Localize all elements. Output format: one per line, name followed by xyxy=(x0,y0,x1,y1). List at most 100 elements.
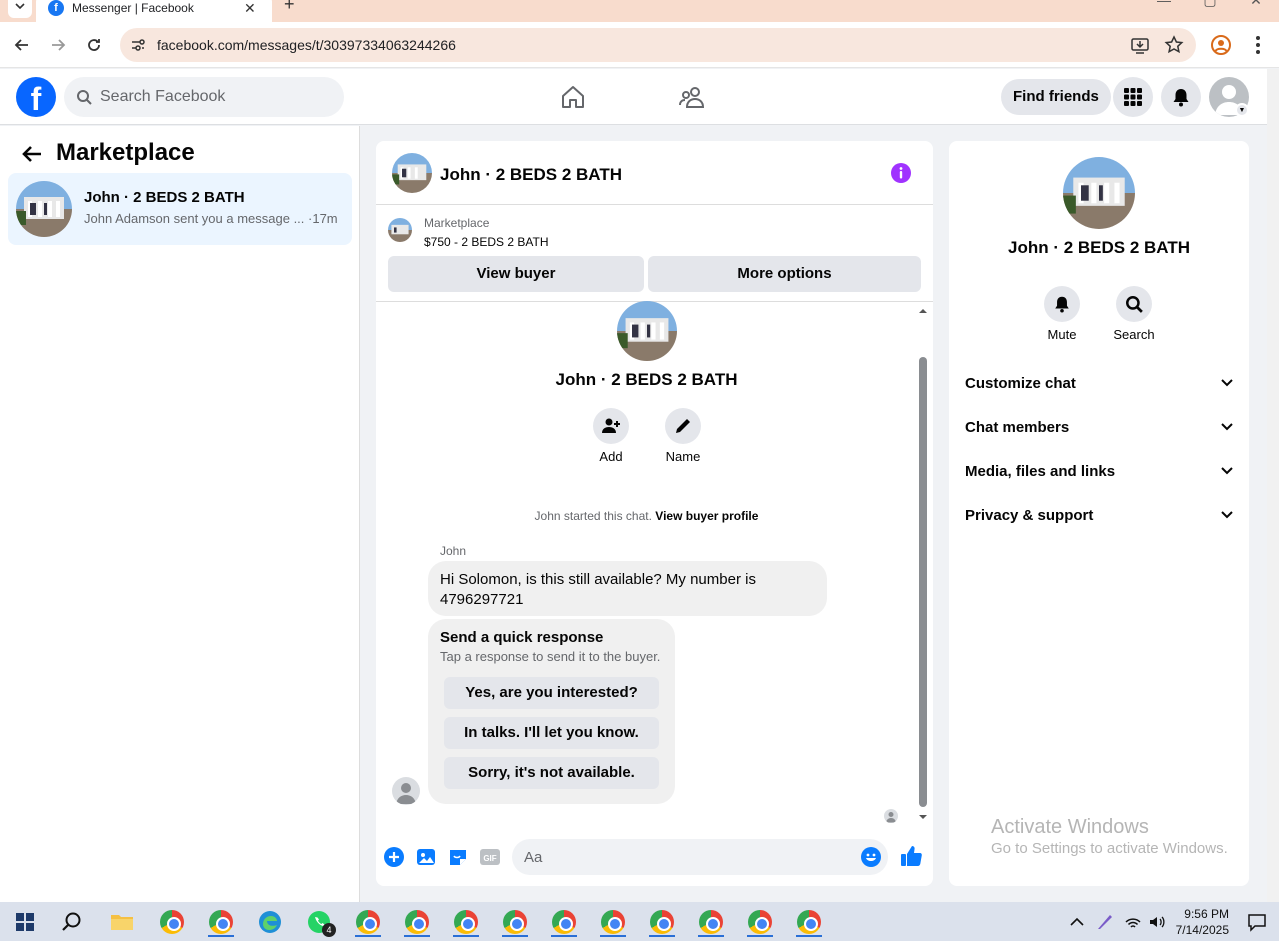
windows-taskbar: 4 9:56 PM 7/14/2025 xyxy=(0,902,1279,941)
chrome-profile-taskbar-button[interactable] xyxy=(500,907,530,937)
new-tab-button[interactable]: + xyxy=(284,0,295,15)
listing-price-title[interactable]: $750 - 2 BEDS 2 BATH xyxy=(424,235,549,249)
conversations-panel: Marketplace John · 2 BEDS 2 BATH John Ad… xyxy=(0,126,360,902)
volume-icon[interactable] xyxy=(1148,914,1166,930)
house-photo-icon xyxy=(1063,157,1135,229)
chrome-profile-taskbar-button[interactable] xyxy=(549,907,579,937)
tab-close-icon[interactable]: ✕ xyxy=(244,0,264,17)
sticker-icon[interactable] xyxy=(447,846,469,868)
privacy-support-row[interactable]: Privacy & support xyxy=(965,500,1233,530)
menu-button[interactable] xyxy=(1113,77,1153,117)
chrome-profile-taskbar-button[interactable] xyxy=(206,907,236,937)
close-window-icon[interactable]: ✕ xyxy=(1233,0,1279,9)
info-icon[interactable] xyxy=(890,162,912,184)
facebook-search[interactable] xyxy=(64,77,344,117)
chat-scrollbar[interactable] xyxy=(917,307,929,819)
find-friends-button[interactable]: Find friends xyxy=(1001,79,1111,115)
clock-time: 9:56 PM xyxy=(1184,906,1229,921)
thumbs-up-icon[interactable] xyxy=(899,844,923,868)
quick-reply-not-available-button[interactable]: Sorry, it's not available. xyxy=(444,757,659,789)
panel-title: Marketplace xyxy=(56,139,195,166)
chat-avatar[interactable] xyxy=(392,153,432,193)
browser-toolbar: facebook.com/messages/t/3039733406324426… xyxy=(0,22,1279,68)
facebook-logo-icon[interactable]: f xyxy=(16,77,56,117)
media-files-links-row[interactable]: Media, files and links xyxy=(965,456,1233,486)
chrome-profile-taskbar-button[interactable] xyxy=(647,907,677,937)
activate-windows-subtitle: Go to Settings to activate Windows. xyxy=(991,840,1228,857)
chrome-icon xyxy=(748,910,772,934)
chrome-profile-taskbar-button[interactable] xyxy=(353,907,383,937)
chrome-profile-taskbar-button[interactable] xyxy=(402,907,432,937)
edge-taskbar-button[interactable] xyxy=(255,907,285,937)
add-people-button[interactable] xyxy=(593,408,629,444)
browser-menu-icon[interactable] xyxy=(1250,34,1266,56)
chat-title[interactable]: John · 2 BEDS 2 BATH xyxy=(440,165,622,185)
house-photo-icon xyxy=(388,218,412,242)
customize-chat-row[interactable]: Customize chat xyxy=(965,368,1233,398)
house-photo-icon xyxy=(392,153,432,193)
account-chevron-icon[interactable]: ▼ xyxy=(1235,103,1249,117)
message-input[interactable] xyxy=(512,839,888,875)
chrome-icon xyxy=(601,910,625,934)
plus-circle-icon[interactable] xyxy=(383,846,405,868)
tab-search-button[interactable] xyxy=(8,0,32,18)
file-explorer-button[interactable] xyxy=(107,907,137,937)
chat-scroll-thumb[interactable] xyxy=(919,357,927,807)
view-buyer-button[interactable]: View buyer xyxy=(388,256,644,292)
name-chat-button[interactable] xyxy=(665,408,701,444)
chrome-profile-taskbar-button[interactable] xyxy=(696,907,726,937)
message-bubble[interactable]: Hi Solomon, is this still available? My … xyxy=(428,561,827,616)
system-tray: 9:56 PM 7/14/2025 xyxy=(1070,902,1279,941)
sender-avatar[interactable] xyxy=(392,777,420,805)
minimize-icon[interactable]: — xyxy=(1141,0,1187,9)
chevron-up-icon[interactable] xyxy=(1070,917,1084,927)
house-photo-icon xyxy=(16,181,72,237)
quick-reply-yes-button[interactable]: Yes, are you interested? xyxy=(444,677,659,709)
photo-icon[interactable] xyxy=(415,846,437,868)
chat-members-row[interactable]: Chat members xyxy=(965,412,1233,442)
system-clock[interactable]: 9:56 PM 7/14/2025 xyxy=(1176,906,1229,938)
notifications-button[interactable] xyxy=(1161,77,1201,117)
bookmark-star-icon[interactable] xyxy=(1164,35,1184,55)
browser-tab-messenger[interactable]: f Messenger | Facebook ✕ xyxy=(36,0,272,22)
reload-button[interactable] xyxy=(83,34,105,56)
friends-icon[interactable] xyxy=(678,83,706,111)
gif-icon[interactable]: GIF xyxy=(479,846,501,868)
pen-icon[interactable] xyxy=(1096,913,1114,931)
home-icon[interactable] xyxy=(559,83,587,111)
forward-button[interactable] xyxy=(47,34,69,56)
chrome-profile-taskbar-button[interactable] xyxy=(598,907,628,937)
address-bar[interactable]: facebook.com/messages/t/3039733406324426… xyxy=(120,28,1196,62)
chrome-profile-taskbar-button[interactable] xyxy=(794,907,824,937)
search-in-chat-button[interactable] xyxy=(1116,286,1152,322)
mute-button[interactable] xyxy=(1044,286,1080,322)
whatsapp-taskbar-button[interactable]: 4 xyxy=(304,907,336,937)
start-button[interactable] xyxy=(10,907,40,937)
chrome-taskbar-button[interactable] xyxy=(157,907,187,937)
network-icon[interactable] xyxy=(1124,914,1142,930)
chrome-profile-taskbar-button[interactable] xyxy=(451,907,481,937)
chevron-down-icon xyxy=(1221,511,1233,519)
chat-started-note: John started this chat. View buyer profi… xyxy=(376,509,917,523)
chrome-icon xyxy=(160,910,184,934)
scroll-down-icon xyxy=(919,815,927,819)
contact-profile-photo[interactable] xyxy=(1063,157,1135,229)
browser-profile-icon[interactable] xyxy=(1210,34,1232,56)
page-scrollbar[interactable] xyxy=(1267,69,1279,902)
chrome-profile-taskbar-button[interactable] xyxy=(745,907,775,937)
taskbar-search-button[interactable] xyxy=(57,907,87,937)
search-input[interactable] xyxy=(100,88,320,106)
view-buyer-profile-link[interactable]: View buyer profile xyxy=(655,509,758,523)
install-app-icon[interactable] xyxy=(1130,35,1150,55)
emoji-icon[interactable] xyxy=(860,846,882,868)
contact-profile-photo[interactable] xyxy=(617,301,677,361)
notification-center-icon[interactable] xyxy=(1247,912,1267,932)
back-button[interactable] xyxy=(11,34,33,56)
listing-source: Marketplace xyxy=(424,216,490,230)
back-arrow-icon[interactable] xyxy=(20,142,44,166)
conversation-item[interactable]: John · 2 BEDS 2 BATH John Adamson sent y… xyxy=(8,173,352,245)
more-options-button[interactable]: More options xyxy=(648,256,921,292)
maximize-icon[interactable]: ▢ xyxy=(1187,0,1233,9)
quick-reply-in-talks-button[interactable]: In talks. I'll let you know. xyxy=(444,717,659,749)
activate-windows-title: Activate Windows xyxy=(991,816,1149,838)
